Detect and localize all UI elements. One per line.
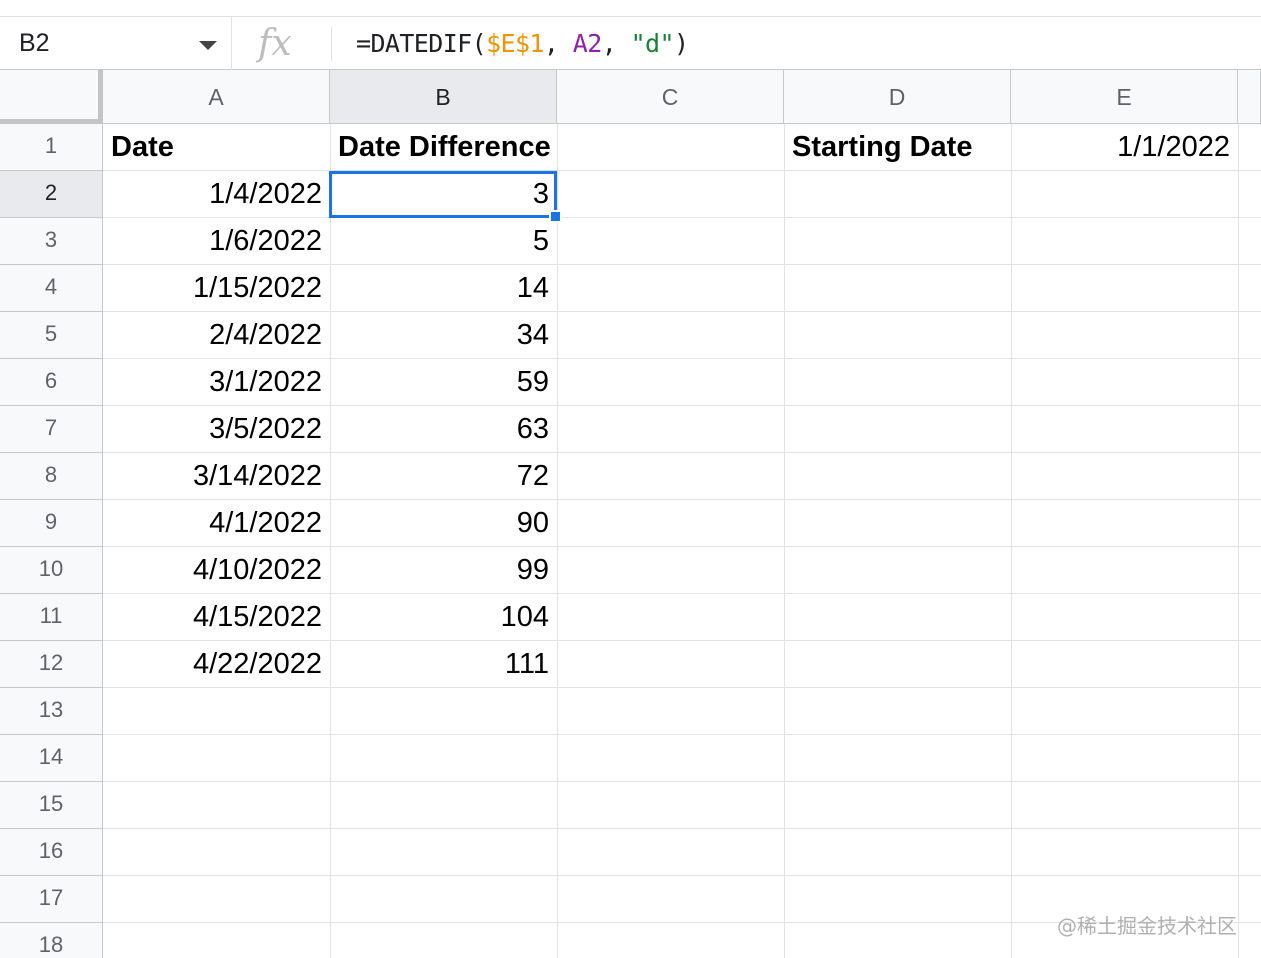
- gridline: [1238, 124, 1239, 958]
- gridline: [103, 828, 1261, 829]
- gridline: [103, 734, 1261, 735]
- cell-a6[interactable]: 3/1/2022: [103, 359, 330, 406]
- row-header-1[interactable]: 1: [0, 124, 103, 171]
- formula-sep: ,: [601, 29, 631, 58]
- cell-b1[interactable]: Date Difference: [330, 124, 557, 171]
- formula-ref-e1: $E$1: [486, 29, 544, 58]
- cell-e1[interactable]: 1/1/2022: [1011, 124, 1238, 171]
- cell-b5[interactable]: 34: [330, 312, 557, 359]
- row-header-4[interactable]: 4: [0, 265, 103, 312]
- gridline: [103, 781, 1261, 782]
- cell-a12[interactable]: 4/22/2022: [103, 641, 330, 688]
- cell-a2[interactable]: 1/4/2022: [103, 171, 330, 218]
- cell-a9[interactable]: 4/1/2022: [103, 500, 330, 547]
- column-header-e[interactable]: E: [1011, 70, 1238, 124]
- divider: [331, 27, 332, 61]
- cell-a1[interactable]: Date: [103, 124, 330, 171]
- select-all-corner[interactable]: [0, 70, 103, 124]
- gridline: [557, 124, 558, 958]
- cell-d1[interactable]: Starting Date: [784, 124, 1011, 171]
- gridline: [1011, 124, 1012, 958]
- formula-ref-a2: A2: [572, 29, 603, 58]
- row-header-16[interactable]: 16: [0, 829, 103, 876]
- row-header-11[interactable]: 11: [0, 594, 103, 641]
- row-header-7[interactable]: 7: [0, 406, 103, 453]
- row-header-9[interactable]: 9: [0, 500, 103, 547]
- column-header-a[interactable]: A: [103, 70, 330, 124]
- watermark: @稀土掘金技术社区: [1057, 914, 1237, 938]
- cell-a7[interactable]: 3/5/2022: [103, 406, 330, 453]
- cell-b6[interactable]: 59: [330, 359, 557, 406]
- column-header-d[interactable]: D: [784, 70, 1011, 124]
- column-header-b[interactable]: B: [330, 70, 557, 124]
- row-header-13[interactable]: 13: [0, 688, 103, 735]
- cell-a8[interactable]: 3/14/2022: [103, 453, 330, 500]
- column-header-f[interactable]: [1238, 70, 1261, 124]
- row-header-3[interactable]: 3: [0, 218, 103, 265]
- row-header-17[interactable]: 17: [0, 876, 103, 923]
- fill-handle[interactable]: [549, 210, 562, 223]
- cell-b11[interactable]: 104: [330, 594, 557, 641]
- gridline: [784, 124, 785, 958]
- cell-a4[interactable]: 1/15/2022: [103, 265, 330, 312]
- formula-prefix: =DATEDIF(: [356, 29, 487, 58]
- gridline: [103, 875, 1261, 876]
- row-header-12[interactable]: 12: [0, 641, 103, 688]
- cell-b12[interactable]: 111: [330, 641, 557, 688]
- formula-suffix: ): [673, 29, 689, 58]
- cell-a11[interactable]: 4/15/2022: [103, 594, 330, 641]
- cell-a5[interactable]: 2/4/2022: [103, 312, 330, 359]
- row-header-2[interactable]: 2: [0, 171, 103, 218]
- spreadsheet-grid[interactable]: A B C D E 1 2 3 4 5 6 7 8 9 10 11 12 13 14 15 16 17 18 Date Date…: [0, 70, 1261, 958]
- fx-icon: fx: [258, 23, 292, 64]
- cell-a10[interactable]: 4/10/2022: [103, 547, 330, 594]
- formula-sep: ,: [543, 29, 573, 58]
- formula-input[interactable]: =DATEDIF($E$1, A2, "d"): [356, 29, 689, 58]
- cell-b9[interactable]: 90: [330, 500, 557, 547]
- row-header-14[interactable]: 14: [0, 735, 103, 782]
- cell-b3[interactable]: 5: [330, 218, 557, 265]
- name-box[interactable]: B2: [0, 17, 232, 70]
- row-header-6[interactable]: 6: [0, 359, 103, 406]
- name-box-value: B2: [19, 29, 50, 57]
- row-header-5[interactable]: 5: [0, 312, 103, 359]
- cell-b4[interactable]: 14: [330, 265, 557, 312]
- cell-b10[interactable]: 99: [330, 547, 557, 594]
- cell-b8[interactable]: 72: [330, 453, 557, 500]
- column-header-c[interactable]: C: [557, 70, 784, 124]
- cell-a3[interactable]: 1/6/2022: [103, 218, 330, 265]
- chevron-down-icon[interactable]: [199, 41, 217, 50]
- cell-selection-b2: [329, 171, 557, 218]
- cell-b7[interactable]: 63: [330, 406, 557, 453]
- formula-bar: B2 fx =DATEDIF($E$1, A2, "d"): [0, 16, 1261, 70]
- row-header-8[interactable]: 8: [0, 453, 103, 500]
- row-header-18[interactable]: 18: [0, 923, 103, 958]
- formula-string: "d": [630, 29, 675, 58]
- row-header-15[interactable]: 15: [0, 782, 103, 829]
- row-header-10[interactable]: 10: [0, 547, 103, 594]
